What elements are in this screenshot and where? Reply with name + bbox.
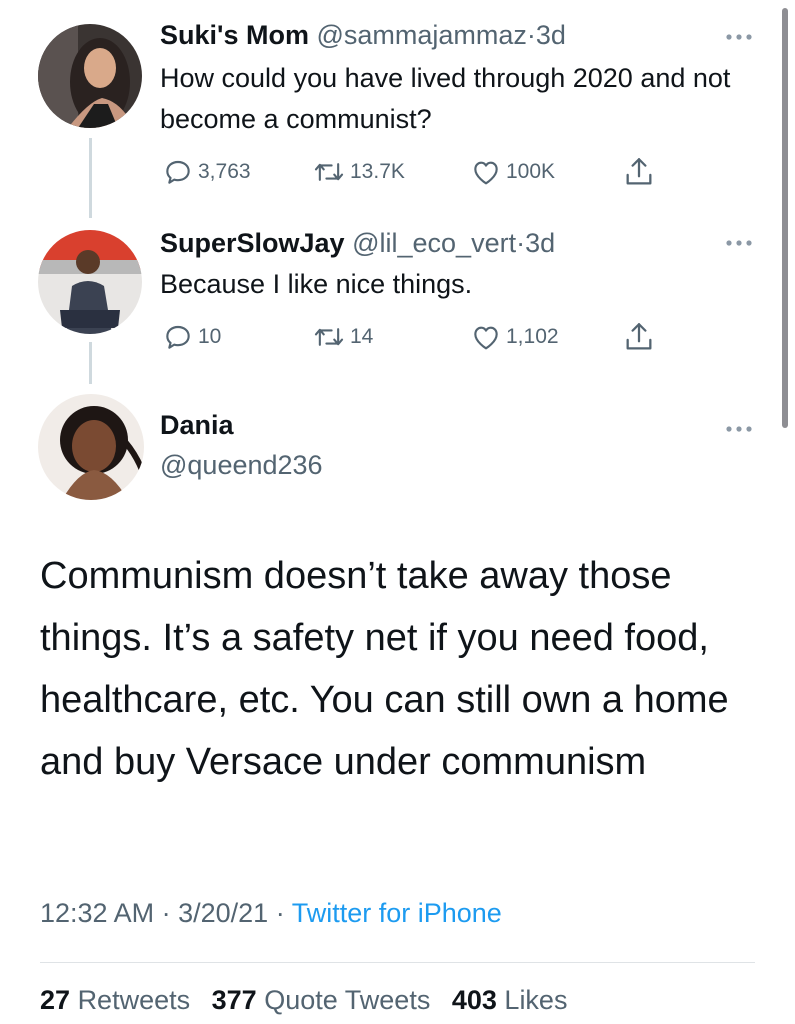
reply-button[interactable]: 10 [162, 320, 221, 354]
retweet-icon [314, 163, 344, 181]
tweet-stats: 27 Retweets 377 Quote Tweets 403 Likes [40, 985, 567, 1016]
avatar[interactable] [38, 24, 142, 128]
more-icon [726, 34, 752, 40]
reply-count: 3,763 [198, 160, 251, 183]
retweets-stat[interactable]: 27 Retweets [40, 985, 190, 1015]
like-count: 1,102 [506, 325, 559, 348]
retweet-icon [314, 328, 344, 346]
timestamp[interactable]: 3d [525, 228, 555, 258]
tweet-text: Because I like nice things. [160, 269, 473, 299]
tweet-text: Communism doesn’t take away those things… [40, 555, 729, 783]
separator: · [516, 228, 526, 258]
more-icon [726, 240, 752, 246]
like-icon [474, 161, 498, 185]
more-button[interactable] [722, 422, 756, 436]
retweets-count: 27 [40, 985, 71, 1015]
share-button[interactable] [622, 320, 656, 354]
display-name[interactable]: SuperSlowJay [160, 228, 345, 258]
display-name[interactable]: Dania [160, 410, 234, 441]
like-count: 100K [506, 160, 556, 183]
avatar[interactable] [38, 230, 142, 334]
reply-icon [166, 325, 190, 349]
like-button[interactable]: 100K [470, 155, 555, 189]
separator: · [526, 20, 536, 50]
like-icon [474, 326, 498, 350]
quote-tweets-label: Quote Tweets [264, 985, 431, 1015]
retweets-label: Retweets [77, 985, 191, 1015]
likes-count: 403 [451, 985, 497, 1015]
tweet-time: 12:32 AM [40, 898, 155, 928]
share-icon [626, 323, 652, 350]
retweet-count: 13.7K [350, 160, 405, 183]
more-button[interactable] [722, 236, 756, 250]
reply-count: 10 [198, 325, 222, 348]
likes-label: Likes [504, 985, 568, 1015]
scrollbar[interactable] [782, 8, 788, 428]
separator: · [275, 898, 285, 928]
retweet-count: 14 [350, 325, 374, 348]
share-button[interactable] [622, 155, 656, 189]
more-button[interactable] [722, 30, 756, 44]
avatar[interactable] [38, 394, 144, 500]
retweet-button[interactable]: 14 [312, 320, 373, 354]
likes-stat[interactable]: 403 Likes [452, 985, 568, 1015]
handle[interactable]: @queend236 [160, 450, 323, 481]
quote-tweets-count: 377 [211, 985, 257, 1015]
display-name[interactable]: Suki's Mom [160, 20, 309, 50]
user-photo-icon [38, 24, 142, 128]
quote-tweets-stat[interactable]: 377 Quote Tweets [212, 985, 431, 1015]
tweet-header: SuperSlowJay @lil_eco_vert·3d [160, 228, 555, 259]
divider [40, 962, 755, 963]
separator: · [161, 898, 171, 928]
tweet-metadata: 12:32 AM · 3/20/21 · Twitter for iPhone [40, 898, 502, 929]
handle[interactable]: @sammajammaz [316, 20, 526, 50]
handle[interactable]: @lil_eco_vert [352, 228, 516, 258]
more-icon [726, 426, 752, 432]
user-photo-icon [38, 394, 144, 500]
tweet-date: 3/20/21 [178, 898, 269, 928]
reply-icon [166, 160, 190, 184]
tweet-text: How could you have lived through 2020 an… [160, 63, 731, 134]
user-photo-icon [38, 230, 142, 334]
timestamp[interactable]: 3d [536, 20, 566, 50]
retweet-button[interactable]: 13.7K [312, 155, 405, 189]
share-icon [626, 158, 652, 185]
thread-line [89, 342, 92, 384]
tweet-header: Suki's Mom @sammajammaz·3d [160, 20, 566, 51]
thread-line [89, 138, 92, 218]
reply-button[interactable]: 3,763 [162, 155, 251, 189]
like-button[interactable]: 1,102 [470, 320, 559, 354]
tweet-source-link[interactable]: Twitter for iPhone [292, 898, 502, 928]
